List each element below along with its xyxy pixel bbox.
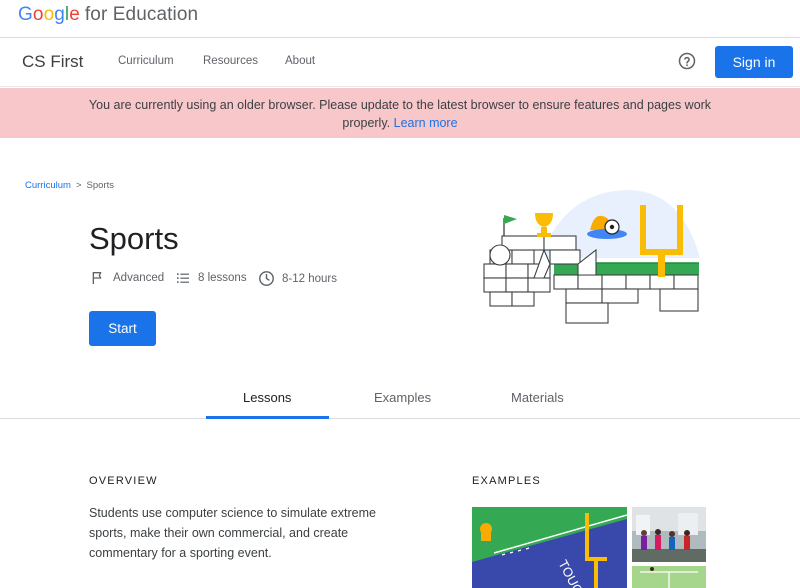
students-photo (632, 507, 706, 562)
course-lessons-label: 8 lessons (198, 272, 247, 284)
course-tabs: Lessons Examples Materials (0, 378, 800, 419)
browser-warning-banner: You are currently using an older browser… (0, 88, 800, 138)
start-button[interactable]: Start (89, 311, 156, 346)
tab-examples[interactable]: Examples (374, 390, 431, 405)
product-name[interactable]: CS First (22, 52, 83, 72)
court-image (632, 566, 706, 588)
example-thumbnail-students[interactable] (632, 507, 706, 562)
sports-illustration (483, 190, 700, 324)
banner-text: You are currently using an older browser… (80, 96, 720, 132)
clock-icon (259, 271, 274, 286)
course-lessons: 8 lessons (175, 270, 247, 286)
nav-link-about[interactable]: About (285, 55, 315, 67)
example-thumbnail-football[interactable]: TOUCHD (472, 507, 627, 588)
help-icon[interactable] (678, 52, 696, 70)
main-nav: CS First Curriculum Resources About Sign… (0, 38, 800, 87)
tab-lessons[interactable]: Lessons (243, 390, 291, 405)
tab-materials[interactable]: Materials (511, 390, 564, 405)
breadcrumb-current: Sports (86, 180, 114, 191)
nav-link-resources[interactable]: Resources (203, 55, 258, 67)
nav-link-curriculum[interactable]: Curriculum (118, 55, 174, 67)
top-bar: Google for Education (0, 0, 800, 38)
active-tab-indicator (206, 416, 329, 419)
examples-heading: EXAMPLES (472, 475, 541, 487)
course-level-label: Advanced (113, 272, 165, 284)
google-for-education-logo[interactable]: Google for Education (18, 4, 198, 26)
breadcrumb-root[interactable]: Curriculum (25, 180, 71, 191)
brand-suffix: for Education (84, 4, 199, 25)
course-duration: 8-12 hours (258, 270, 337, 287)
course-duration-label: 8-12 hours (282, 272, 337, 285)
example-thumbnail-court[interactable] (632, 566, 706, 588)
course-level: Advanced (90, 270, 164, 286)
breadcrumb-separator: > (75, 180, 82, 191)
football-field-image: TOUCHD (472, 507, 627, 588)
overview-text: Students use computer science to simulat… (89, 506, 376, 560)
google-wordmark: Google (18, 4, 80, 25)
overview-heading: OVERVIEW (89, 475, 158, 487)
sign-in-button[interactable]: Sign in (715, 46, 793, 78)
list-icon (177, 273, 189, 283)
learn-more-link[interactable]: Learn more (394, 116, 458, 130)
flag-icon (92, 272, 102, 284)
page-title: Sports (89, 221, 179, 256)
breadcrumb: Curriculum > Sports (25, 180, 114, 191)
